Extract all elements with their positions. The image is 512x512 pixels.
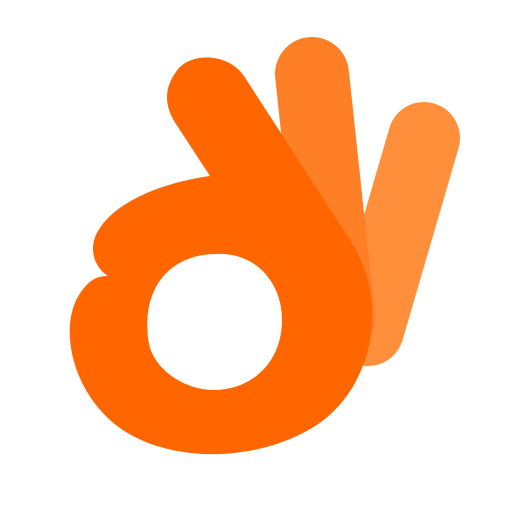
ok-hand-gesture-icon	[69, 37, 460, 455]
ring-finger	[332, 102, 460, 366]
app-icon-canvas	[0, 0, 512, 512]
